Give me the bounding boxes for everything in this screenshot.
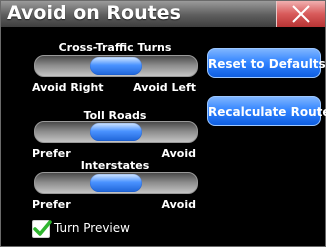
cross-traffic-turns-label: Cross-Traffic Turns (58, 41, 172, 54)
toll-roads-slider[interactable] (34, 121, 198, 143)
reset-to-defaults-button[interactable]: Reset to Defaults (207, 48, 326, 78)
title-bar: Avoid on Routes (1, 1, 325, 27)
interstates-left-label: Prefer (32, 198, 71, 211)
close-icon (292, 5, 310, 23)
interstates-slider[interactable] (34, 172, 198, 194)
avoid-on-routes-dialog: Avoid on Routes Cross-Traffic Turns Avoi… (0, 0, 326, 247)
toll-roads-slider-thumb[interactable] (90, 123, 142, 141)
checkmark-icon (33, 220, 52, 236)
interstates-right-label: Avoid (161, 198, 197, 211)
turn-preview-checkbox[interactable] (32, 220, 52, 238)
interstates-label: Interstates (80, 159, 150, 172)
cross-traffic-turns-left-label: Avoid Right (32, 81, 104, 94)
cross-traffic-turns-slider-thumb[interactable] (90, 57, 142, 75)
cross-traffic-turns-slider[interactable] (34, 55, 198, 77)
recalculate-route-button[interactable]: Recalculate Route (207, 96, 326, 126)
interstates-slider-thumb[interactable] (90, 174, 142, 192)
cross-traffic-turns-right-label: Avoid Left (133, 81, 196, 94)
close-button[interactable] (276, 1, 325, 27)
turn-preview-label: Turn Preview (54, 221, 130, 235)
window-title: Avoid on Routes (7, 2, 181, 24)
